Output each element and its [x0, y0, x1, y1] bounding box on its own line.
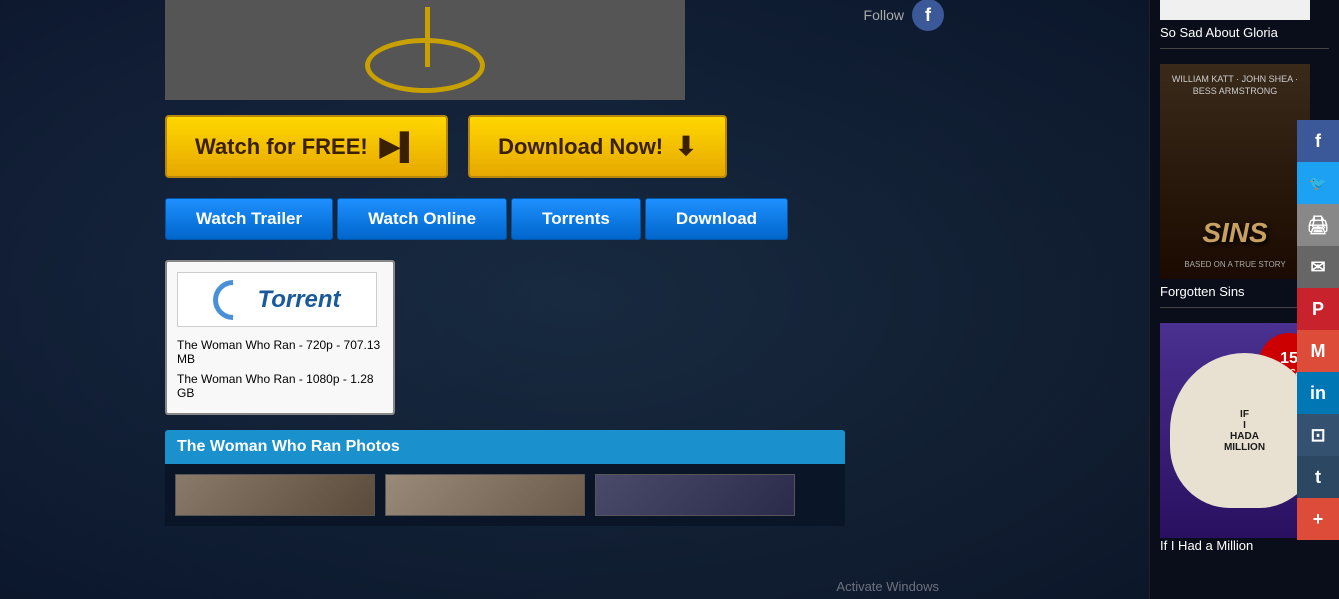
torrent-logo: Torrent — [177, 272, 377, 327]
follow-facebook-button[interactable]: f — [912, 0, 944, 31]
forgotten-sins-bg: WILLIAM KATT · JOHN SHEA · BESS ARMSTRON… — [1160, 64, 1310, 279]
million-title: If I Had a Million — [1160, 538, 1329, 553]
social-email-button[interactable]: ✉ — [1297, 246, 1339, 288]
tab-buttons-row: Watch Trailer Watch Online Torrents Down… — [165, 198, 1149, 240]
torrent-logo-text: Torrent — [257, 286, 340, 314]
so-sad-top-bar — [1160, 0, 1310, 20]
torrent-arc-icon — [205, 272, 262, 327]
poster-top-text: WILLIAM KATT · JOHN SHEA · BESS ARMSTRON… — [1165, 74, 1305, 97]
photo-thumb-1[interactable] — [175, 474, 375, 516]
torrents-tab[interactable]: Torrents — [511, 198, 641, 240]
cta-buttons-row: Watch for FREE! ▶▌ Download Now! ⬇ — [165, 115, 1149, 178]
watch-free-label: Watch for FREE! — [195, 134, 368, 160]
social-bookmark-button[interactable]: ⊡ — [1297, 414, 1339, 456]
torrent-link-1080p[interactable]: The Woman Who Ran - 1080p - 1.28 GB — [177, 369, 383, 403]
photos-section-header: The Woman Who Ran Photos — [165, 430, 845, 464]
social-print-button[interactable]: 🖨 — [1297, 204, 1339, 246]
photo-thumb-2[interactable] — [385, 474, 585, 516]
watch-online-tab[interactable]: Watch Online — [337, 198, 507, 240]
download-now-label: Download Now! — [498, 134, 663, 160]
forgotten-sins-poster[interactable]: WILLIAM KATT · JOHN SHEA · BESS ARMSTRON… — [1160, 64, 1310, 279]
sidebar-divider-1 — [1160, 48, 1329, 49]
social-twitter-button[interactable]: 🐦 — [1297, 162, 1339, 204]
watch-trailer-tab[interactable]: Watch Trailer — [165, 198, 333, 240]
torrent-box: Torrent The Woman Who Ran - 720p - 707.1… — [165, 260, 395, 415]
social-gmail-button[interactable]: M — [1297, 330, 1339, 372]
poster-bottom-text: BASED ON A TRUE STORY — [1165, 260, 1305, 269]
social-pinterest-button[interactable]: P — [1297, 288, 1339, 330]
social-facebook-button[interactable]: f — [1297, 120, 1339, 162]
photo-thumb-3[interactable] — [595, 474, 795, 516]
so-sad-title: So Sad About Gloria — [1160, 25, 1329, 40]
forgotten-sins-text: SINS — [1202, 217, 1267, 249]
top-bar: Follow f — [0, 0, 954, 30]
social-plus-button[interactable]: + — [1297, 498, 1339, 540]
photos-row — [165, 464, 845, 526]
follow-label: Follow — [864, 7, 904, 23]
content-area: Watch for FREE! ▶▌ Download Now! ⬇ Watch… — [165, 0, 1149, 526]
download-now-button[interactable]: Download Now! ⬇ — [468, 115, 727, 178]
social-linkedin-button[interactable]: in — [1297, 372, 1339, 414]
sidebar-movie-so-sad: So Sad About Gloria — [1160, 0, 1329, 49]
social-side-panel: f 🐦 🖨 ✉ P M in ⊡ t + — [1297, 120, 1339, 540]
watch-free-button[interactable]: Watch for FREE! ▶▌ — [165, 115, 448, 178]
download-icon: ⬇ — [675, 131, 697, 162]
million-inner-text: IFIHADAMILLION — [1224, 409, 1265, 453]
road-circle — [365, 38, 485, 93]
film-icon: ▶▌ — [380, 131, 418, 162]
social-tumblr-button[interactable]: t — [1297, 456, 1339, 498]
download-tab[interactable]: Download — [645, 198, 788, 240]
torrent-link-720p[interactable]: The Woman Who Ran - 720p - 707.13 MB — [177, 335, 383, 369]
photos-title: The Woman Who Ran Photos — [177, 438, 400, 455]
